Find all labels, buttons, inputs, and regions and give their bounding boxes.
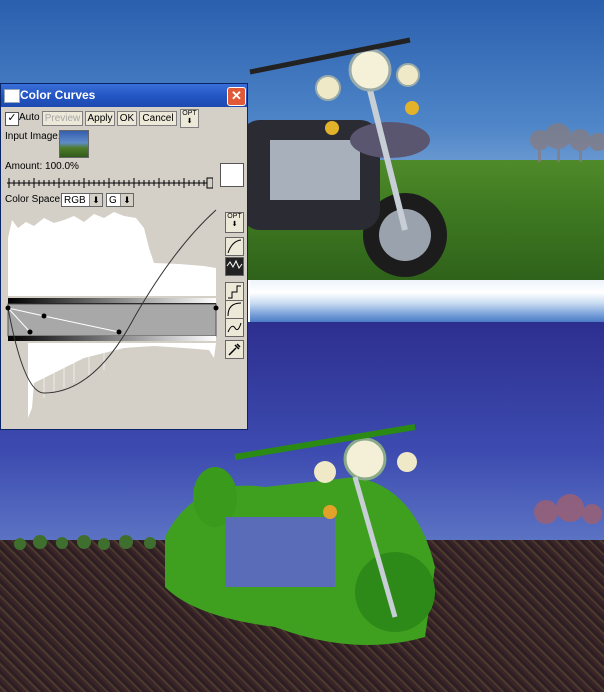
distant-trees-bottom [534, 494, 602, 524]
cancel-button[interactable]: Cancel [139, 111, 177, 126]
curve-point[interactable] [213, 305, 219, 311]
preview-button[interactable]: Preview [42, 111, 83, 126]
eyedropper-icon[interactable] [225, 340, 244, 359]
curves-graph[interactable] [4, 208, 222, 426]
close-icon[interactable]: ✕ [227, 87, 246, 106]
curve-point[interactable] [116, 329, 122, 335]
window-icon [4, 89, 20, 103]
amount-slider[interactable] [7, 176, 213, 190]
window-title-bar-strip [250, 280, 604, 322]
input-image-thumbnail[interactable] [59, 130, 89, 158]
input-image-label: Input Image: [5, 131, 61, 142]
distant-trees [530, 123, 604, 162]
curve-opt-button[interactable]: OPT ⬇ [225, 212, 244, 233]
curve-point[interactable] [5, 305, 11, 311]
motorcycle-top [240, 37, 447, 277]
input-gradient-ramp [8, 298, 216, 303]
color-curves-dialog: Color Curves ✕ ✓ Auto Preview Apply OK C… [0, 83, 248, 430]
color-space-label: Color Space: [5, 194, 63, 205]
dropdown-arrow-icon: ⬇ [89, 194, 102, 206]
ok-button[interactable]: OK [117, 111, 137, 126]
dialog-titlebar[interactable]: Color Curves ✕ [1, 84, 247, 107]
color-swatch[interactable] [220, 163, 244, 187]
histogram-toggle-icon[interactable] [225, 257, 244, 276]
auto-label: Auto [19, 112, 40, 123]
output-gradient-bar [8, 336, 216, 341]
apply-button[interactable]: Apply [85, 111, 115, 126]
smooth-curve-icon[interactable] [225, 300, 244, 319]
curve-point[interactable] [27, 329, 33, 335]
amount-label: Amount: 100.0% [5, 161, 79, 172]
motorcycle-bottom [165, 424, 435, 645]
opt-button[interactable]: OPT ⬇ [180, 109, 199, 128]
dropdown-arrow-icon: ⬇ [120, 194, 133, 206]
color-space-dropdown[interactable]: RGB ⬇ [61, 193, 103, 207]
step-curve-icon[interactable] [225, 282, 244, 301]
channel-value: G [109, 195, 117, 206]
color-space-value: RGB [64, 195, 86, 206]
channel-dropdown[interactable]: G ⬇ [106, 193, 134, 207]
curve-tool-icon[interactable] [225, 237, 244, 256]
wave-curve-icon[interactable] [225, 318, 244, 337]
amount-slider-thumb[interactable] [206, 177, 213, 189]
curve-control-band[interactable] [7, 303, 217, 337]
dialog-title: Color Curves [20, 88, 96, 102]
curve-opt-label: OPT [227, 213, 242, 220]
curve-point[interactable] [41, 313, 47, 319]
auto-checkbox[interactable]: ✓ [5, 112, 19, 126]
opt-label: OPT [182, 110, 197, 117]
